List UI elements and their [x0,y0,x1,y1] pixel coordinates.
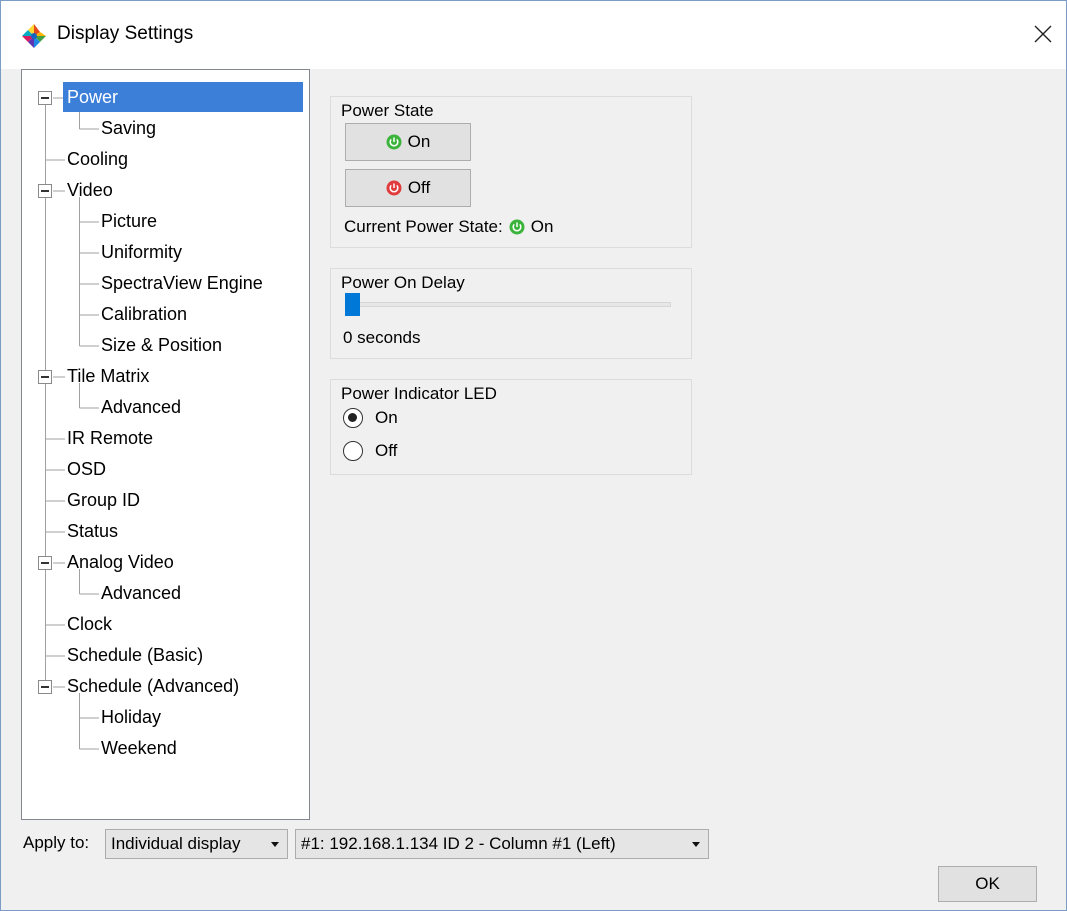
tree-item-weekend[interactable]: Weekend [97,733,181,763]
close-icon [1034,25,1052,43]
power-on-button[interactable]: On [345,123,471,161]
power-led-title: Power Indicator LED [341,384,497,403]
current-power-state: Current Power State: On [344,217,553,237]
power-on-icon [386,134,402,150]
power-led-off-radio[interactable] [343,441,363,461]
power-on-delay-group: Power On Delay 0 seconds [330,268,692,359]
collapse-toggle-video[interactable] [38,184,52,198]
title-bar: Display Settings [1,1,1066,69]
display-select-value: #1: 192.168.1.134 ID 2 - Column #1 (Left… [301,834,616,853]
power-off-label: Off [407,178,431,197]
apply-to-value: Individual display [111,834,241,853]
apply-to-select[interactable]: Individual display [105,829,288,859]
tree-item-status[interactable]: Status [63,516,122,546]
chevron-down-icon [271,842,279,847]
power-led-off-option[interactable]: Off [343,441,397,461]
power-led-on-radio[interactable] [343,408,363,428]
chevron-down-icon [692,842,700,847]
tree-item-cooling[interactable]: Cooling [63,144,132,174]
power-state-title: Power State [341,101,434,120]
power-off-icon [386,180,402,196]
app-color-wheel-icon [20,22,48,50]
current-power-state-label: Current Power State: [344,217,503,236]
tree-item-analog-video-advanced[interactable]: Advanced [97,578,185,608]
collapse-toggle-analog-video[interactable] [38,556,52,570]
tree-item-tile-matrix-advanced[interactable]: Advanced [97,392,185,422]
tree-item-saving[interactable]: Saving [97,113,160,143]
power-on-label: On [407,132,431,151]
tree-item-osd[interactable]: OSD [63,454,110,484]
tree-item-schedule-basic[interactable]: Schedule (Basic) [63,640,207,670]
tree-item-tile-matrix[interactable]: Tile Matrix [63,361,153,391]
power-led-on-label: On [375,408,398,427]
tree-item-spectraview-engine[interactable]: SpectraView Engine [97,268,267,298]
power-led-group: Power Indicator LED On Off [330,379,692,475]
settings-tree[interactable]: Power Saving Cooling Video Picture Unifo… [21,69,310,820]
tree-item-clock[interactable]: Clock [63,609,116,639]
tree-item-size-position[interactable]: Size & Position [97,330,226,360]
collapse-toggle-schedule-advanced[interactable] [38,680,52,694]
ok-button[interactable]: OK [938,866,1037,902]
current-power-on-icon [509,219,525,235]
display-select[interactable]: #1: 192.168.1.134 ID 2 - Column #1 (Left… [295,829,709,859]
close-button[interactable] [1020,11,1066,57]
collapse-toggle-power[interactable] [38,91,52,105]
power-on-delay-title: Power On Delay [341,273,465,292]
power-on-delay-slider-thumb[interactable] [345,293,360,316]
power-on-delay-slider-track[interactable] [353,302,671,307]
tree-item-ir-remote[interactable]: IR Remote [63,423,157,453]
tree-item-holiday[interactable]: Holiday [97,702,165,732]
tree-item-video[interactable]: Video [63,175,117,205]
tree-item-power[interactable]: Power [63,82,303,112]
power-led-on-option[interactable]: On [343,408,398,428]
power-led-off-label: Off [375,441,398,460]
power-state-group: Power State On Off Current Power State: [330,96,692,248]
tree-item-analog-video[interactable]: Analog Video [63,547,178,577]
current-power-state-value: On [530,217,554,236]
tree-item-uniformity[interactable]: Uniformity [97,237,186,267]
display-settings-window: Display Settings Power Saving Cooling Vi… [0,0,1067,911]
tree-item-calibration[interactable]: Calibration [97,299,191,329]
power-off-button[interactable]: Off [345,169,471,207]
collapse-toggle-tile-matrix[interactable] [38,370,52,384]
tree-item-picture[interactable]: Picture [97,206,161,236]
apply-to-label: Apply to: [23,833,90,852]
tree-item-group-id[interactable]: Group ID [63,485,144,515]
window-title: Display Settings [57,23,194,44]
power-on-delay-value: 0 seconds [343,328,421,347]
tree-item-schedule-advanced[interactable]: Schedule (Advanced) [63,671,243,701]
